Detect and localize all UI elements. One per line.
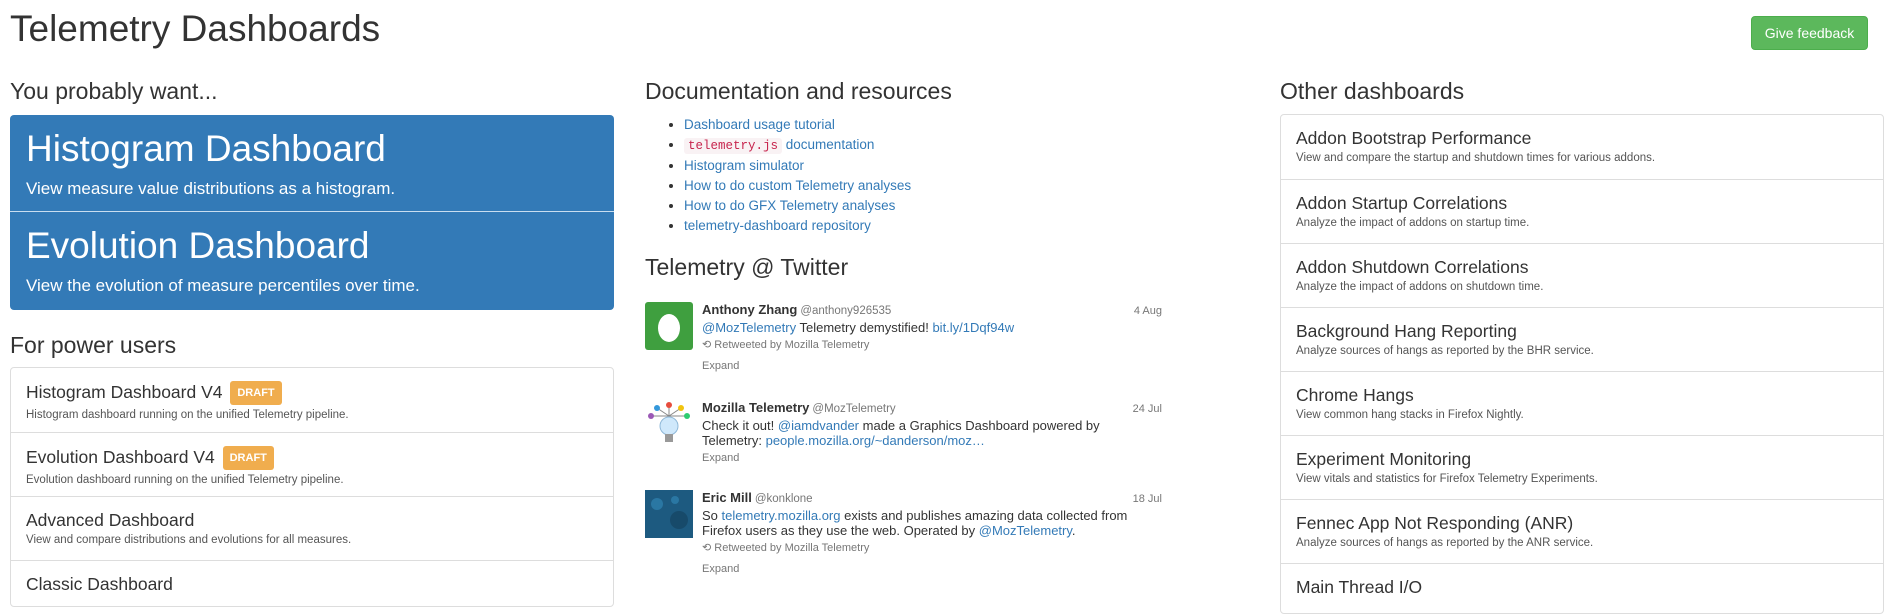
tweet-date[interactable]: 4 Aug — [1134, 304, 1162, 319]
evolution-dashboard-link[interactable]: Evolution Dashboard View the evolution o… — [10, 212, 614, 310]
evolution-dashboard-title: Evolution Dashboard — [26, 225, 370, 266]
list-item-title: Main Thread I/O — [1296, 577, 1423, 597]
code-snippet: telemetry.js — [684, 138, 783, 154]
tweet-author-name[interactable]: Eric Mill — [702, 490, 752, 505]
gfx-analyses-link[interactable]: How to do GFX Telemetry analyses — [684, 198, 895, 213]
list-item-desc: View and compare the startup and shutdow… — [1296, 152, 1656, 164]
tweet: Anthony Zhang @anthony926535 4 Aug @MozTe… — [645, 302, 1165, 392]
tweet: Eric Mill @konklone 18 Jul So telemetry.m… — [645, 490, 1165, 580]
list-item[interactable]: Chrome Hangs View common hang stacks in F… — [1281, 371, 1883, 435]
mention-link[interactable]: @iamdvander — [778, 418, 859, 433]
power-users-list: Histogram Dashboard V4 DRAFT Histogram d… — [10, 367, 614, 607]
tweet-text: @MozTelemetry Telemetry demystified! bit… — [702, 320, 1015, 335]
list-item[interactable]: Addon Startup Correlations Analyze the im… — [1281, 179, 1883, 243]
list-item: telemetry-dashboard repository — [684, 216, 911, 236]
expand-link[interactable]: Expand — [702, 562, 1162, 577]
tweet-author-name[interactable]: Mozilla Telemetry — [702, 400, 809, 415]
power-users-heading: For power users — [10, 332, 177, 358]
list-item[interactable]: Advanced Dashboard View and compare dist… — [11, 496, 613, 560]
evolution-dashboard-desc: View the evolution of measure percentile… — [26, 276, 420, 295]
list-item-desc: Evolution dashboard running on the unifi… — [26, 474, 344, 486]
expand-link[interactable]: Expand — [702, 451, 1162, 466]
list-item-title: Experiment Monitoring — [1296, 449, 1472, 469]
list-item-desc: Analyze sources of hangs as reported by … — [1296, 345, 1594, 357]
give-feedback-button[interactable]: Give feedback — [1751, 16, 1868, 50]
list-item: How to do custom Telemetry analyses — [684, 176, 911, 196]
documentation-list: Dashboard usage tutorial telemetry.js do… — [645, 115, 911, 236]
tweet-text: So telemetry.mozilla.org exists and publ… — [702, 508, 1128, 538]
primary-dashboards: Histogram Dashboard View measure value d… — [10, 115, 614, 310]
tweet-author-handle[interactable]: @anthony926535 — [800, 305, 891, 317]
page-title: Telemetry Dashboards — [10, 8, 381, 49]
custom-analyses-link[interactable]: How to do custom Telemetry analyses — [684, 178, 911, 193]
tweet-date[interactable]: 18 Jul — [1133, 492, 1162, 507]
list-item[interactable]: Addon Shutdown Correlations Analyze the i… — [1281, 243, 1883, 307]
tweet-text: Check it out! @iamdvander made a Graphic… — [702, 418, 1100, 448]
tweet: Mozilla Telemetry @MozTelemetry 24 Jul Ch… — [645, 400, 1165, 490]
draft-badge: DRAFT — [230, 381, 282, 405]
list-item-title: Addon Bootstrap Performance — [1296, 128, 1532, 148]
tweet-link[interactable]: telemetry.mozilla.org — [722, 508, 841, 523]
retweet-icon: ⟲ — [702, 542, 712, 554]
list-item[interactable]: Addon Bootstrap Performance View and comp… — [1281, 115, 1883, 179]
list-item[interactable]: Fennec App Not Responding (ANR) Analyze s… — [1281, 499, 1883, 563]
list-item-title: Chrome Hangs — [1296, 385, 1414, 405]
list-item: Histogram simulator — [684, 156, 911, 176]
list-item[interactable]: Experiment Monitoring View vitals and sta… — [1281, 435, 1883, 499]
tweet-author-name[interactable]: Anthony Zhang — [702, 302, 797, 317]
list-item[interactable]: Evolution Dashboard V4 DRAFT Evolution d… — [11, 432, 613, 496]
retweet-info: ⟲ Retweeted by Mozilla Telemetry — [702, 339, 870, 351]
list-item-title: Background Hang Reporting — [1296, 321, 1517, 341]
lightbulb-avatar-icon[interactable] — [645, 400, 693, 448]
list-item-desc: View and compare distributions and evolu… — [26, 534, 352, 546]
list-item-desc: View vitals and statistics for Firefox T… — [1296, 473, 1598, 485]
list-item-desc: View common hang stacks in Firefox Night… — [1296, 409, 1524, 421]
twitter-heading: Telemetry @ Twitter — [645, 254, 849, 280]
list-item: telemetry.js documentation — [684, 135, 911, 156]
other-dashboards-list: Addon Bootstrap Performance View and comp… — [1280, 114, 1884, 614]
histogram-dashboard-desc: View measure value distributions as a hi… — [26, 179, 396, 198]
pattern-avatar-icon[interactable] — [645, 490, 693, 538]
list-item-title: Advanced Dashboard — [26, 510, 195, 530]
histogram-simulator-link[interactable]: Histogram simulator — [684, 158, 804, 173]
list-item: Dashboard usage tutorial — [684, 115, 911, 135]
tweet-link[interactable]: people.mozilla.org/~danderson/moz… — [766, 433, 985, 448]
retweet-info: ⟲ Retweeted by Mozilla Telemetry — [702, 542, 870, 554]
list-item-title: Fennec App Not Responding (ANR) — [1296, 513, 1574, 533]
list-item-desc: Histogram dashboard running on the unifi… — [26, 409, 349, 421]
documentation-heading: Documentation and resources — [645, 78, 952, 104]
list-item[interactable]: Classic Dashboard — [11, 560, 613, 606]
mention-link[interactable]: @MozTelemetry — [979, 523, 1072, 538]
tweet-date[interactable]: 24 Jul — [1133, 402, 1162, 417]
usage-tutorial-link[interactable]: Dashboard usage tutorial — [684, 117, 835, 132]
retweet-icon: ⟲ — [702, 339, 712, 351]
histogram-dashboard-link[interactable]: Histogram Dashboard View measure value d… — [10, 115, 614, 212]
you-probably-want-heading: You probably want... — [10, 78, 218, 104]
list-item-title: Addon Startup Correlations — [1296, 193, 1508, 213]
egg-avatar-icon[interactable] — [645, 302, 693, 350]
list-item[interactable]: Main Thread I/O — [1281, 563, 1883, 613]
list-item-title: Evolution Dashboard V4 DRAFT — [26, 446, 598, 470]
other-dashboards-heading: Other dashboards — [1280, 78, 1465, 104]
tweet-author-handle[interactable]: @MozTelemetry — [812, 403, 895, 415]
repository-link[interactable]: telemetry-dashboard repository — [684, 218, 871, 233]
telemetry-js-docs-link[interactable]: telemetry.js documentation — [684, 137, 874, 154]
list-item-desc: Analyze the impact of addons on shutdown… — [1296, 281, 1544, 293]
list-item[interactable]: Background Hang Reporting Analyze sources… — [1281, 307, 1883, 371]
histogram-dashboard-title: Histogram Dashboard — [26, 128, 386, 169]
mention-link[interactable]: @MozTelemetry — [702, 320, 796, 335]
list-item-desc: Analyze the impact of addons on startup … — [1296, 217, 1530, 229]
draft-badge: DRAFT — [222, 446, 274, 470]
list-item-desc: Analyze sources of hangs as reported by … — [1296, 537, 1594, 549]
list-item-title: Classic Dashboard — [26, 574, 173, 594]
tweet-link[interactable]: bit.ly/1Dqf94w — [932, 320, 1014, 335]
list-item[interactable]: Histogram Dashboard V4 DRAFT Histogram d… — [11, 368, 613, 432]
expand-link[interactable]: Expand — [702, 359, 1162, 374]
list-item-title: Histogram Dashboard V4 DRAFT — [26, 381, 598, 405]
list-item: How to do GFX Telemetry analyses — [684, 196, 911, 216]
list-item-title: Addon Shutdown Correlations — [1296, 257, 1529, 277]
tweet-author-handle[interactable]: @konklone — [755, 493, 813, 505]
